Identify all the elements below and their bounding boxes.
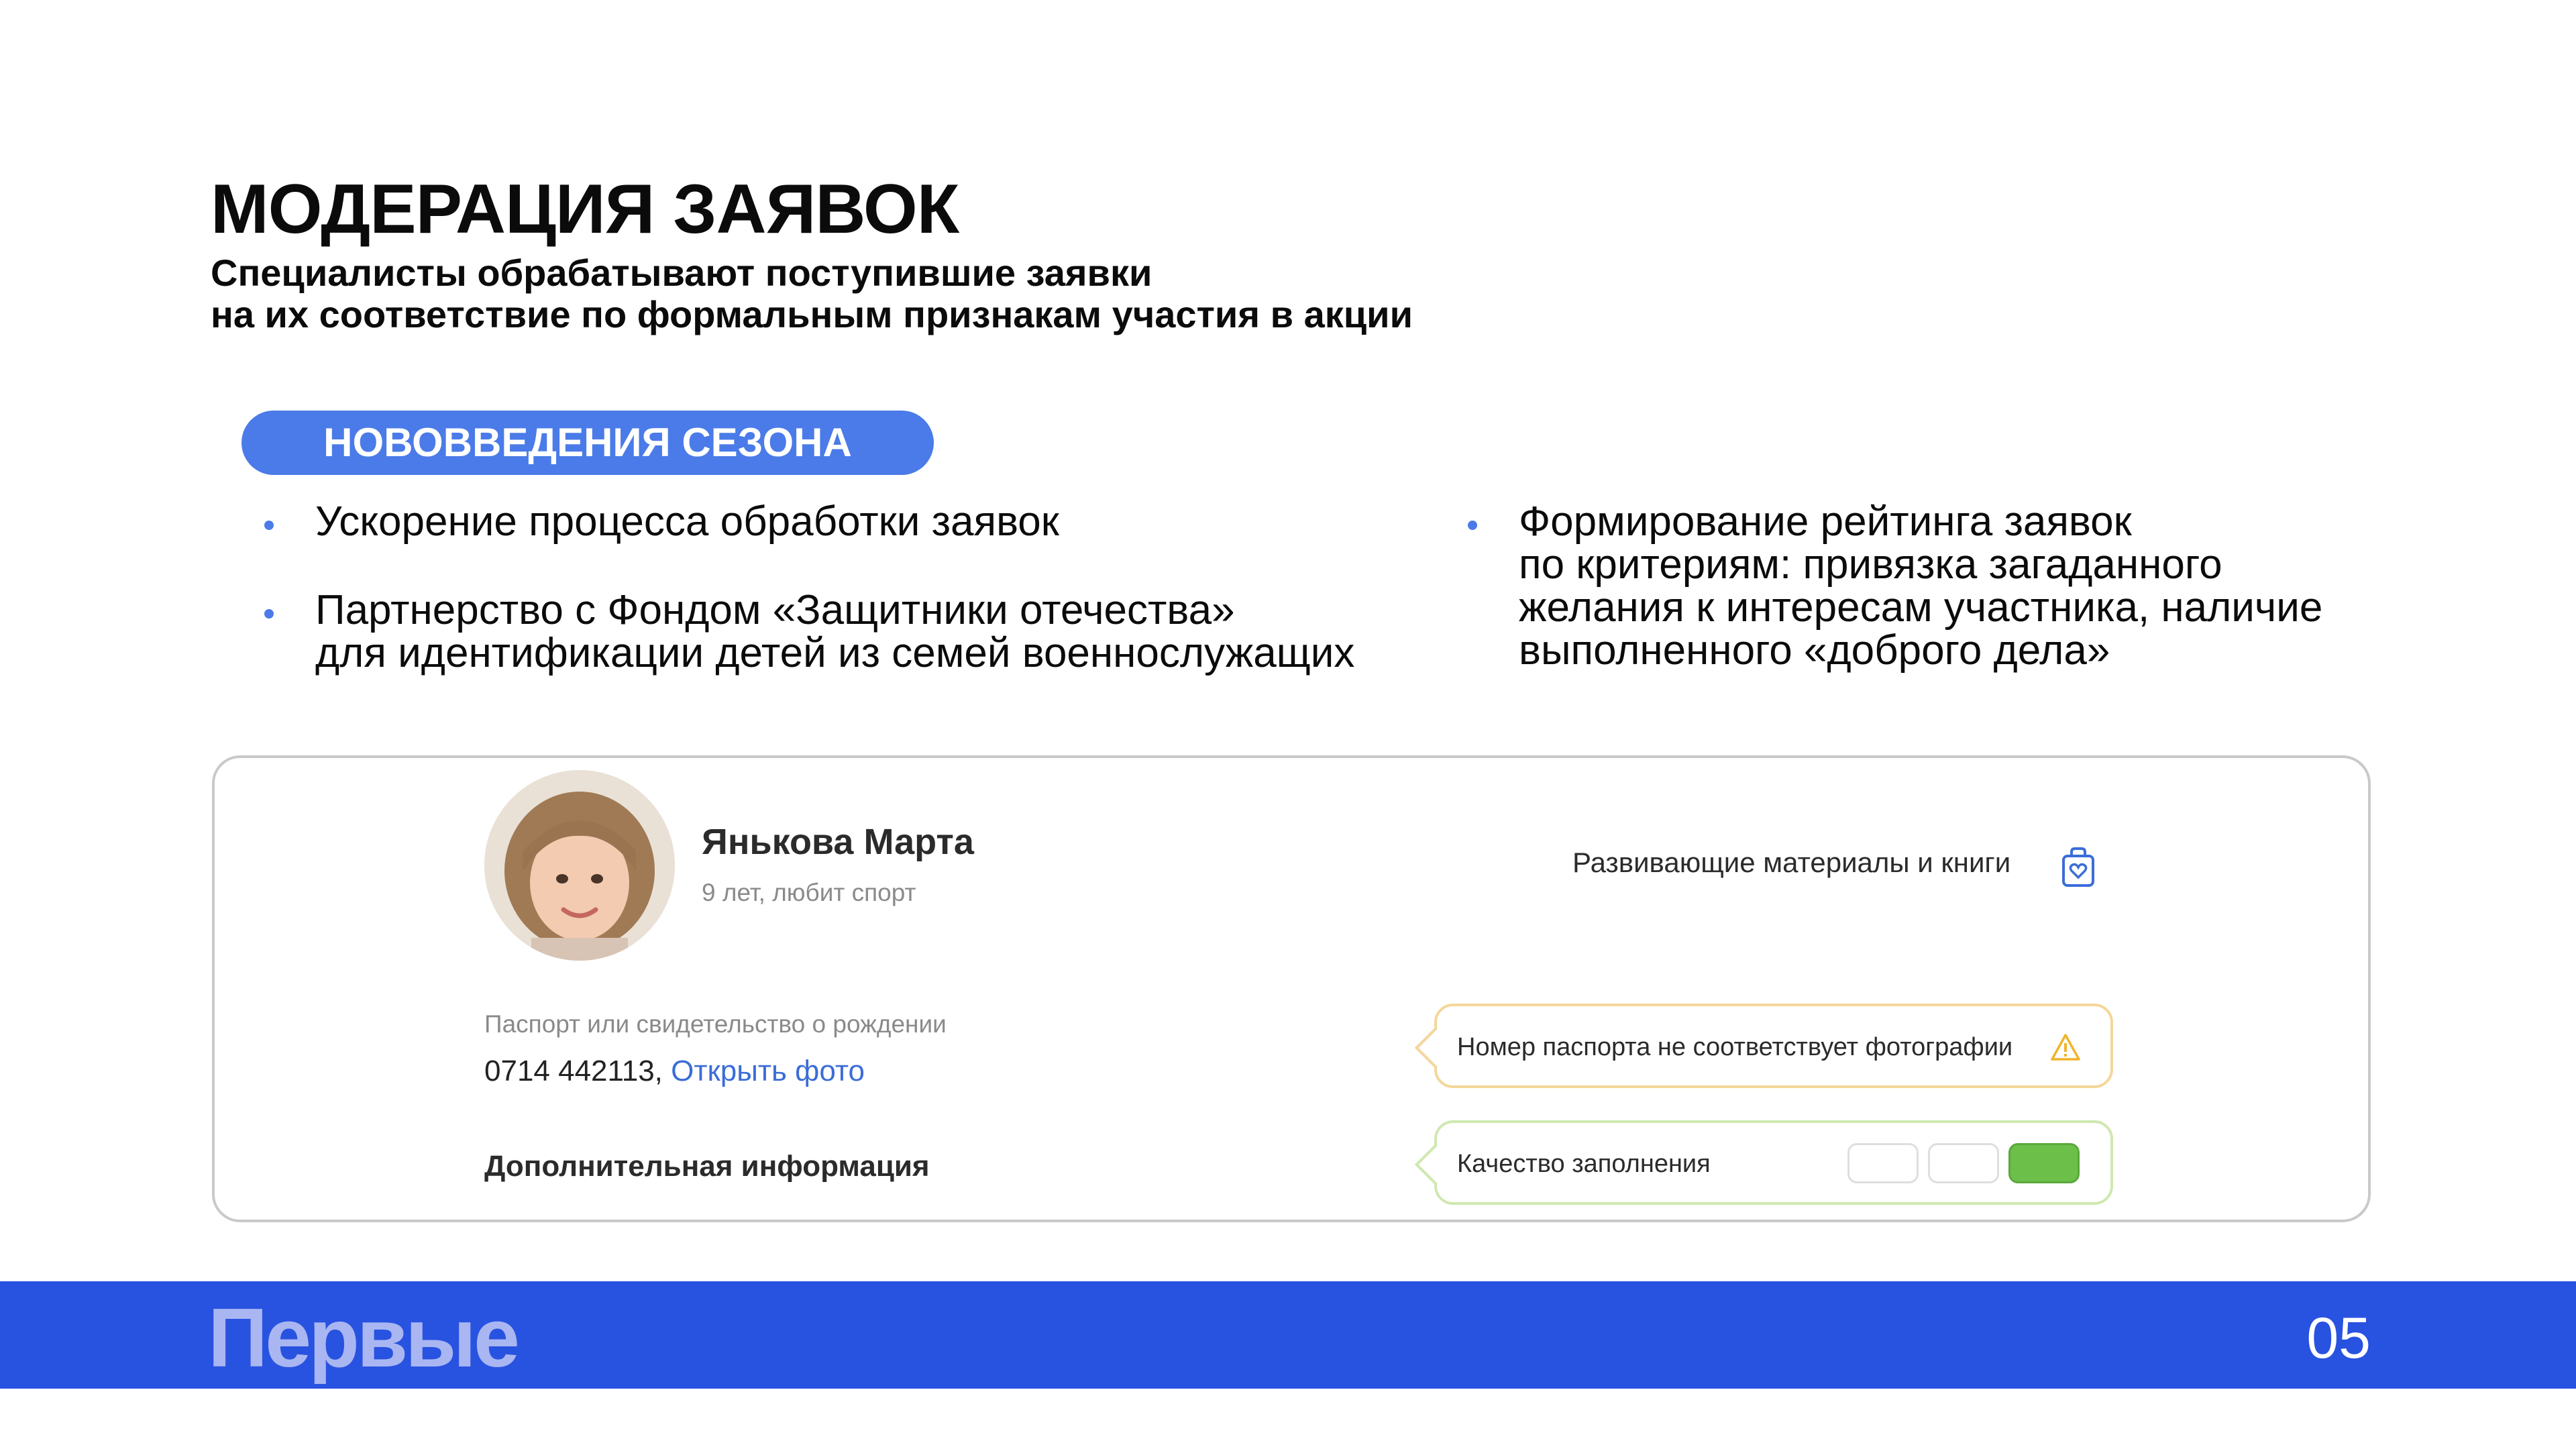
bullet-text: Партнерство с Фондом «Защитники отечеств… bbox=[315, 587, 1235, 633]
application-card: Янькова Марта 9 лет, любит спорт Паспорт… bbox=[212, 755, 2371, 1222]
document-number: 0714 442113, bbox=[484, 1055, 663, 1087]
document-label: Паспорт или свидетельство о рождении bbox=[484, 1010, 947, 1038]
child-description: 9 лет, любит спорт bbox=[702, 879, 916, 906]
open-photo-link[interactable]: Открыть фото bbox=[671, 1055, 865, 1087]
bullet-text: выполненного «доброго дела» bbox=[1519, 627, 2110, 674]
bullet-dot-icon bbox=[1468, 521, 1477, 530]
fill-quality-bubble: Качество заполнения bbox=[1434, 1120, 2113, 1205]
quality-segment-2[interactable] bbox=[1928, 1143, 1999, 1183]
subtitle-line-2: на их соответствие по формальным признак… bbox=[211, 293, 1413, 335]
footer-bar: Первые 05 bbox=[0, 1281, 2576, 1389]
bullet-text: Формирование рейтинга заявок bbox=[1519, 498, 2132, 545]
gift-wish: Развивающие материалы и книги bbox=[1572, 847, 2011, 878]
bullet-text: желания к интересам участника, наличие bbox=[1519, 584, 2323, 631]
quality-segment-3[interactable] bbox=[2008, 1143, 2080, 1183]
page-title: МОДЕРАЦИЯ ЗАЯВОК bbox=[211, 170, 959, 248]
bullet-dot-icon bbox=[264, 609, 274, 619]
bullet-dot-icon bbox=[264, 521, 274, 530]
passport-warning-text: Номер паспорта не соответствует фотограф… bbox=[1457, 1033, 2013, 1061]
bullet-text: по критериям: привязка загаданного bbox=[1519, 541, 2222, 588]
quality-segment-1[interactable] bbox=[1847, 1143, 1919, 1183]
bullet-text: Ускорение процесса обработки заявок bbox=[315, 498, 1059, 545]
subtitle-line-1: Специалисты обрабатывают поступившие зая… bbox=[211, 252, 1152, 294]
season-news-badge: НОВОВВЕДЕНИЯ СЕЗОНА bbox=[241, 411, 934, 475]
additional-info-heading[interactable]: Дополнительная информация bbox=[484, 1150, 930, 1183]
page-number: 05 bbox=[2306, 1306, 2371, 1371]
document-row: 0714 442113, Открыть фото bbox=[484, 1055, 865, 1088]
bullet-text: для идентификации детей из семей военнос… bbox=[315, 630, 1355, 676]
bullet-item: Ускорение процесса обработки заявок bbox=[264, 498, 1354, 545]
bullet-item: Партнерство с Фондом «Защитники отечеств… bbox=[264, 587, 1355, 676]
bullet-list-right: Формирование рейтинга заявок по критерия… bbox=[1468, 498, 2323, 674]
page-subtitle: Специалисты обрабатывают поступившие зая… bbox=[211, 252, 1413, 335]
gift-bag-icon bbox=[2062, 847, 2094, 887]
child-name: Янькова Марта bbox=[702, 822, 974, 862]
bullet-list-left: Ускорение процесса обработки заявок Парт… bbox=[264, 498, 1355, 676]
passport-warning-bubble: Номер паспорта не соответствует фотограф… bbox=[1434, 1004, 2113, 1088]
child-avatar bbox=[484, 770, 675, 961]
fill-quality-label: Качество заполнения bbox=[1457, 1150, 1711, 1178]
brand-logo: Первые bbox=[208, 1292, 520, 1385]
bullet-item: Формирование рейтинга заявок по критерия… bbox=[1468, 498, 2323, 674]
warning-triangle-icon bbox=[2051, 1034, 2080, 1061]
child-photo-icon bbox=[484, 770, 675, 961]
